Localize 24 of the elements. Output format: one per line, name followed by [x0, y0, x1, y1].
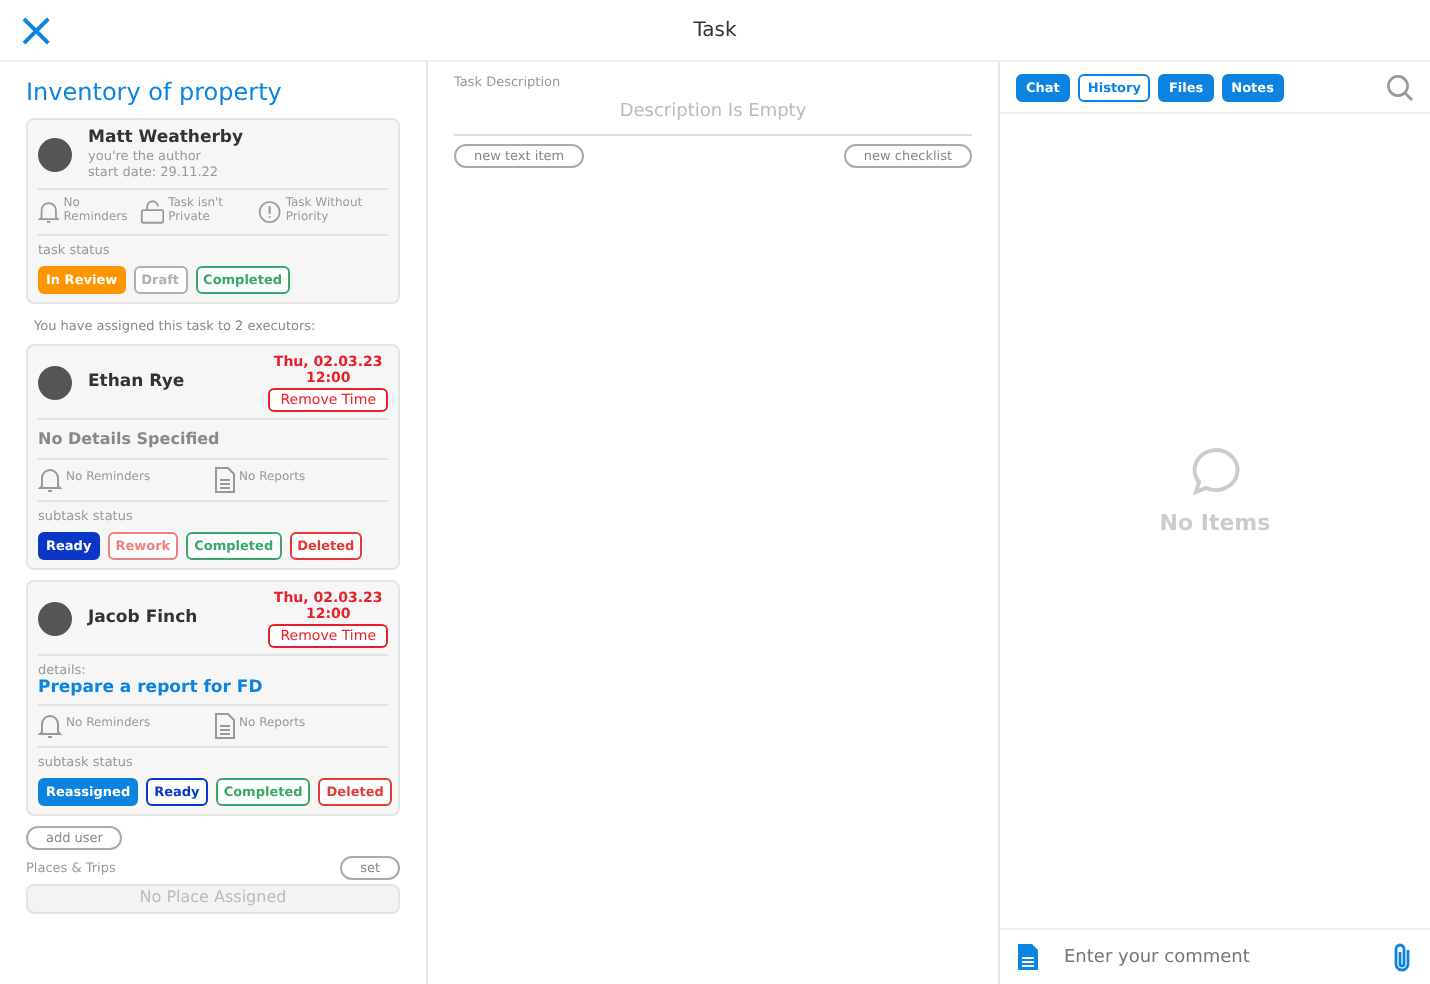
window-title: Task	[693, 19, 737, 41]
avatar	[38, 601, 72, 636]
close-button[interactable]: ×	[16, 6, 57, 54]
unlocked-padlock-icon	[139, 198, 165, 226]
paperclip-icon[interactable]	[1390, 941, 1414, 973]
document-icon	[213, 465, 235, 494]
search-icon[interactable]	[1386, 74, 1414, 102]
details-text: No Details Specified	[38, 427, 222, 452]
bell-icon	[38, 711, 62, 740]
details-text: Prepare a report for FD	[38, 677, 265, 698]
avatar	[38, 365, 72, 400]
author-name: Matt Weatherby	[88, 128, 244, 148]
place-box: No Place Assigned	[26, 883, 400, 914]
document-icon[interactable]	[1016, 942, 1040, 972]
executor-name: Jacob Finch	[88, 608, 200, 629]
avatar	[38, 137, 72, 171]
comment-field[interactable]: Enter your comment	[1060, 945, 1370, 969]
speech-bubble-icon	[1189, 446, 1241, 498]
document-icon	[213, 711, 235, 740]
bell-icon	[38, 465, 62, 494]
task-title: Inventory of property	[26, 78, 284, 106]
exclamation-icon	[258, 198, 282, 226]
executor-name: Ethan Rye	[88, 372, 187, 393]
bell-icon	[38, 198, 60, 226]
